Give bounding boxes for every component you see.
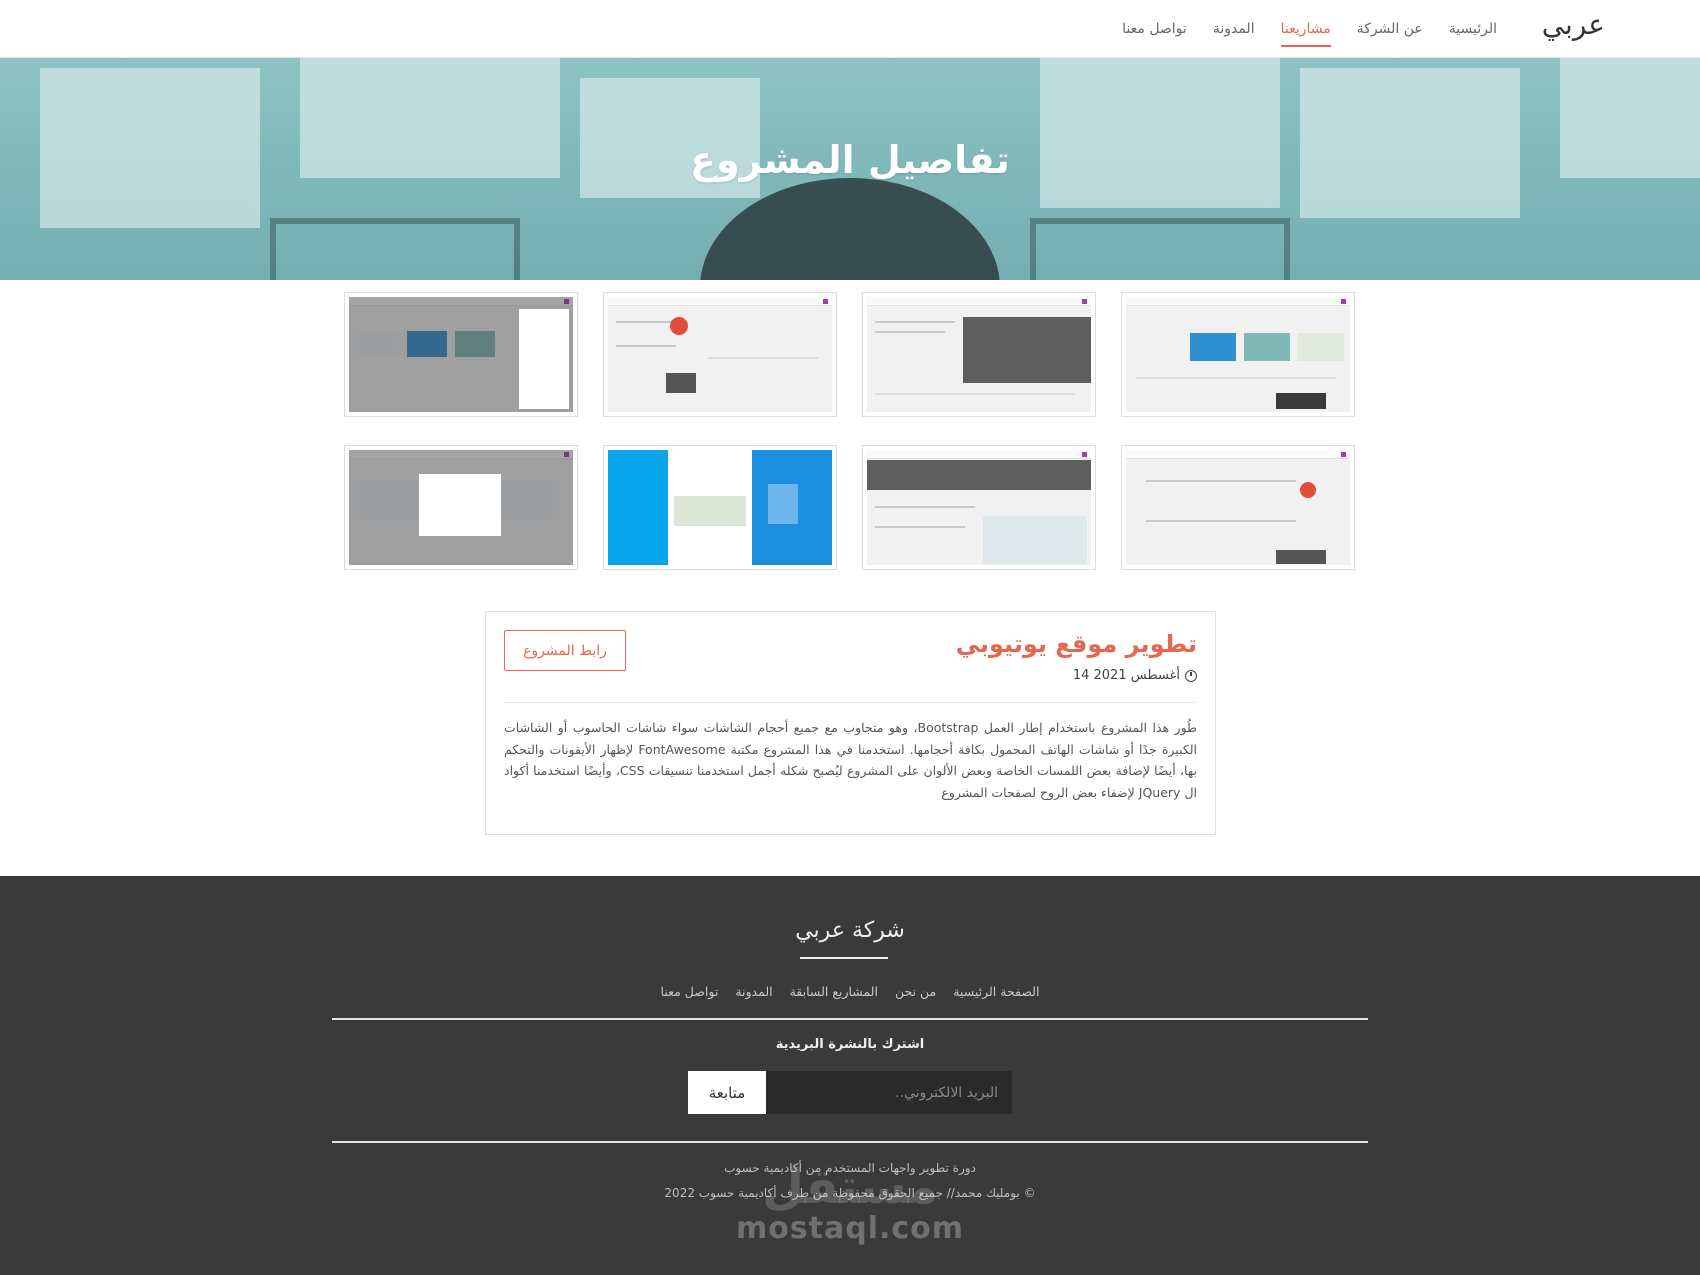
project-date-text: 14 أغسطس 2021	[1072, 668, 1180, 683]
footer-link-projects[interactable]: المشاريع السابقة	[790, 984, 878, 999]
divider	[332, 1141, 1368, 1143]
gallery-thumbnail[interactable]	[862, 445, 1096, 570]
footer-links: الصفحة الرئيسية من نحن المشاريع السابقة …	[0, 984, 1700, 999]
gallery-thumbnail[interactable]	[603, 292, 837, 417]
brand-logo[interactable]: عربي	[1542, 8, 1605, 41]
footer-title-underline	[800, 957, 888, 959]
nav-item-contact[interactable]: تواصل معنا	[1122, 0, 1187, 58]
gallery-thumbnail[interactable]	[862, 292, 1096, 417]
project-title: تطوير موقع يوتيوبي	[955, 630, 1197, 658]
gallery-thumbnail[interactable]	[344, 445, 578, 570]
page-title: تفاصيل المشروع	[690, 138, 1010, 182]
watermark-arabic: مستقل	[762, 1159, 938, 1215]
nav-item-home[interactable]: الرئيسية	[1449, 0, 1497, 58]
hero-banner: تفاصيل المشروع	[0, 58, 1700, 280]
footer-link-blog[interactable]: المدونة	[735, 984, 772, 999]
footer-link-about[interactable]: من نحن	[895, 984, 936, 999]
email-input[interactable]	[766, 1071, 1012, 1114]
project-details-card: تطوير موقع يوتيوبي 14 أغسطس 2021 رابط ال…	[485, 611, 1216, 835]
watermark: mostaql.com	[735, 1211, 965, 1246]
gallery-thumbnail[interactable]	[1121, 445, 1355, 570]
project-date: 14 أغسطس 2021	[1073, 668, 1197, 683]
divider	[504, 702, 1197, 703]
newsletter-label: اشترك بالنشرة البريدية	[775, 1037, 925, 1052]
footer-link-contact[interactable]: تواصل معنا	[661, 984, 719, 999]
top-navbar: عربي الرئيسية عن الشركة مشاريعنا المدونة…	[0, 0, 1700, 58]
project-gallery	[344, 292, 1356, 572]
footer-title: شركة عربي	[795, 918, 905, 943]
newsletter-form: متابعة	[688, 1071, 1012, 1114]
gallery-thumbnail[interactable]	[1121, 292, 1355, 417]
gallery-thumbnail[interactable]	[603, 445, 837, 570]
project-link-button[interactable]: رابط المشروع	[504, 630, 626, 671]
nav-item-about[interactable]: عن الشركة	[1357, 0, 1423, 58]
site-footer: شركة عربي الصفحة الرئيسية من نحن المشاري…	[0, 876, 1700, 1275]
nav-item-projects[interactable]: مشاريعنا	[1280, 0, 1331, 58]
gallery-thumbnail[interactable]	[344, 292, 578, 417]
subscribe-button[interactable]: متابعة	[688, 1071, 766, 1114]
nav-item-blog[interactable]: المدونة	[1213, 0, 1255, 58]
project-description: طُور هذا المشروع باستخدام إطار العمل Boo…	[504, 720, 1198, 800]
divider	[332, 1018, 1368, 1020]
footer-link-home[interactable]: الصفحة الرئيسية	[953, 984, 1039, 999]
clock-icon	[1185, 669, 1197, 682]
main-nav: الرئيسية عن الشركة مشاريعنا المدونة تواص…	[1122, 0, 1497, 58]
